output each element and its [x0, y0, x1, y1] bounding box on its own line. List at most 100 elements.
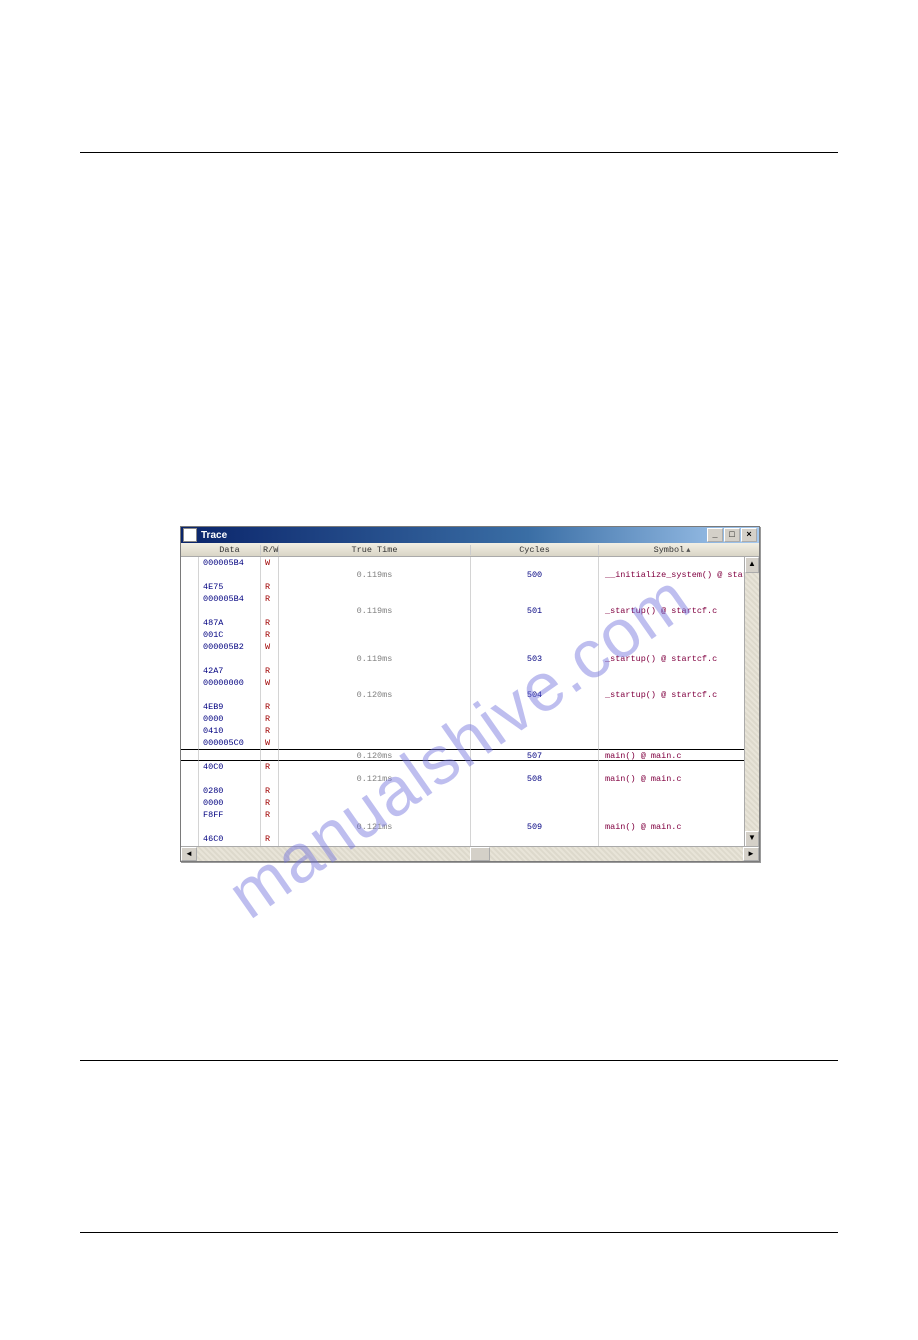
table-row[interactable]: 0280R	[181, 785, 759, 797]
horizontal-scrollbar[interactable]: ◄ ►	[181, 846, 759, 861]
scroll-left-button[interactable]: ◄	[181, 847, 197, 861]
scroll-up-button[interactable]: ▲	[745, 557, 759, 573]
table-row[interactable]: 42A7R	[181, 665, 759, 677]
cell-true-time: 0.119ms	[279, 569, 471, 581]
table-row[interactable]: 000005C0W	[181, 737, 759, 749]
table-row[interactable]: 0.119ms503_startup() @ startcf.c	[181, 653, 759, 665]
table-row[interactable]: 000005B4R	[181, 593, 759, 605]
header-symbol[interactable]: Symbol▲	[599, 545, 745, 555]
table-row[interactable]: 0.121ms509main() @ main.c	[181, 821, 759, 833]
cell-data: 0000	[199, 713, 261, 725]
cell-rw: R	[261, 725, 279, 737]
cell-cycles	[471, 713, 599, 725]
cell-data: 0280	[199, 785, 261, 797]
row-gutter	[181, 833, 199, 845]
cell-rw: R	[261, 785, 279, 797]
cell-true-time	[279, 725, 471, 737]
table-row[interactable]: 0.120ms504_startup() @ startcf.c	[181, 689, 759, 701]
cell-data	[199, 749, 261, 761]
table-row[interactable]: 000005B4W	[181, 557, 759, 569]
header-cycles[interactable]: Cycles	[471, 545, 599, 555]
vertical-scrollbar[interactable]: ▲ ▼	[744, 557, 759, 847]
row-gutter	[181, 761, 199, 773]
close-button[interactable]: ×	[741, 528, 757, 542]
header-true-time[interactable]: True Time	[279, 545, 471, 555]
row-gutter	[181, 713, 199, 725]
row-gutter	[181, 617, 199, 629]
maximize-button[interactable]: □	[724, 528, 740, 542]
scroll-down-button[interactable]: ▼	[745, 831, 759, 847]
scroll-right-button[interactable]: ►	[743, 847, 759, 861]
app-icon	[183, 528, 197, 542]
row-gutter	[181, 773, 199, 785]
cell-symbol	[599, 785, 759, 797]
table-row[interactable]: 4EB9R	[181, 701, 759, 713]
row-gutter	[181, 701, 199, 713]
cell-rw: R	[261, 617, 279, 629]
header-rw[interactable]: R/W	[261, 545, 279, 555]
cell-rw	[261, 821, 279, 833]
row-gutter	[181, 653, 199, 665]
cell-rw: R	[261, 629, 279, 641]
cell-cycles	[471, 737, 599, 749]
cell-rw: W	[261, 737, 279, 749]
cell-true-time	[279, 713, 471, 725]
row-gutter	[181, 557, 199, 569]
row-gutter	[181, 677, 199, 689]
cell-cycles	[471, 617, 599, 629]
table-row[interactable]: 46C0R	[181, 833, 759, 845]
cell-rw: W	[261, 677, 279, 689]
cell-true-time	[279, 797, 471, 809]
table-row[interactable]: 0.121ms508main() @ main.c	[181, 773, 759, 785]
header-data[interactable]: Data	[199, 545, 261, 555]
cell-symbol	[599, 833, 759, 845]
table-row[interactable]: 0000R	[181, 713, 759, 725]
cell-true-time	[279, 701, 471, 713]
cell-true-time: 0.120ms	[279, 689, 471, 701]
cell-true-time: 0.119ms	[279, 653, 471, 665]
cell-true-time: 0.120ms	[279, 749, 471, 761]
table-row[interactable]: 000005B2W	[181, 641, 759, 653]
cell-symbol	[599, 665, 759, 677]
hscroll-track[interactable]	[197, 847, 743, 861]
table-row[interactable]: 40C0R	[181, 761, 759, 773]
table-row[interactable]: 0.119ms500__initialize_system() @ star	[181, 569, 759, 581]
row-gutter	[181, 641, 199, 653]
table-row[interactable]: 487AR	[181, 617, 759, 629]
cell-symbol	[599, 581, 759, 593]
cell-cycles: 503	[471, 653, 599, 665]
cell-rw: R	[261, 833, 279, 845]
cell-symbol	[599, 713, 759, 725]
window-titlebar[interactable]: Trace _ □ ×	[181, 527, 759, 543]
trace-body: Data R/W True Time Cycles Symbol▲ 000005…	[181, 543, 759, 861]
cell-true-time	[279, 809, 471, 821]
table-row[interactable]: 00000000W	[181, 677, 759, 689]
hscroll-thumb[interactable]	[470, 847, 490, 861]
divider-line	[80, 152, 838, 153]
cell-rw	[261, 569, 279, 581]
table-row[interactable]: 001CR	[181, 629, 759, 641]
cell-rw	[261, 773, 279, 785]
divider-line	[80, 1232, 838, 1233]
table-row[interactable]: 0410R	[181, 725, 759, 737]
cell-cycles	[471, 629, 599, 641]
table-row[interactable]: F8FFR	[181, 809, 759, 821]
cell-data: 46C0	[199, 833, 261, 845]
trace-rows: 000005B4W0.119ms500__initialize_system()…	[181, 557, 759, 847]
table-row[interactable]: 0.120ms507main() @ main.c	[181, 749, 759, 761]
cell-data: 000005B4	[199, 557, 261, 569]
column-header-row: Data R/W True Time Cycles Symbol▲	[181, 543, 759, 557]
cell-data	[199, 569, 261, 581]
row-gutter	[181, 581, 199, 593]
cell-cycles	[471, 677, 599, 689]
cell-rw: R	[261, 761, 279, 773]
row-gutter	[181, 797, 199, 809]
cell-rw: R	[261, 665, 279, 677]
cell-symbol	[599, 629, 759, 641]
cell-rw: W	[261, 557, 279, 569]
table-row[interactable]: 4E75R	[181, 581, 759, 593]
table-row[interactable]: 0.119ms501_startup() @ startcf.c	[181, 605, 759, 617]
minimize-button[interactable]: _	[707, 528, 723, 542]
table-row[interactable]: 0000R	[181, 797, 759, 809]
cell-true-time	[279, 761, 471, 773]
